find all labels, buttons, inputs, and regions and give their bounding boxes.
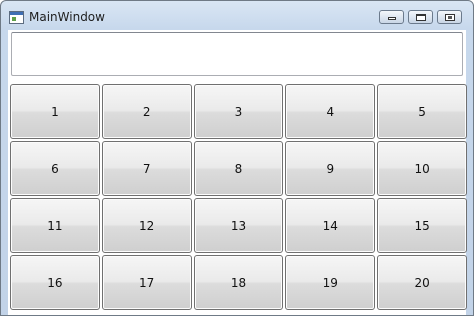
number-button-grid: 1 2 3 4 5 6 7 8 9 10 11 12 13 14 15 16 1… <box>9 83 468 311</box>
app-window-icon[interactable] <box>9 11 24 24</box>
title-bar[interactable]: MainWindow <box>1 1 473 31</box>
number-button-2[interactable]: 2 <box>101 84 192 139</box>
number-button-19[interactable]: 19 <box>285 255 376 310</box>
number-button-11[interactable]: 11 <box>10 198 100 253</box>
number-button-1[interactable]: 1 <box>10 84 100 139</box>
display-textbox[interactable] <box>11 32 463 76</box>
number-button-5[interactable]: 5 <box>377 84 467 139</box>
minimize-icon <box>388 17 396 20</box>
number-button-9[interactable]: 9 <box>285 141 376 196</box>
number-button-17[interactable]: 17 <box>101 255 192 310</box>
client-area: 1 2 3 4 5 6 7 8 9 10 11 12 13 14 15 16 1… <box>8 30 468 315</box>
number-button-20[interactable]: 20 <box>377 255 467 310</box>
minimize-button[interactable] <box>379 10 404 24</box>
maximize-button[interactable] <box>408 10 433 24</box>
close-button[interactable] <box>437 10 462 24</box>
number-button-18[interactable]: 18 <box>193 255 284 310</box>
number-button-10[interactable]: 10 <box>377 141 467 196</box>
number-button-8[interactable]: 8 <box>193 141 284 196</box>
window-title: MainWindow <box>29 10 105 24</box>
number-button-16[interactable]: 16 <box>10 255 100 310</box>
number-button-12[interactable]: 12 <box>101 198 192 253</box>
close-icon <box>445 14 455 21</box>
number-button-4[interactable]: 4 <box>285 84 376 139</box>
number-button-6[interactable]: 6 <box>10 141 100 196</box>
number-button-15[interactable]: 15 <box>377 198 467 253</box>
number-button-7[interactable]: 7 <box>101 141 192 196</box>
main-window: MainWindow 1 2 3 4 5 6 7 8 9 10 11 12 13… <box>0 0 474 316</box>
maximize-icon <box>416 14 426 21</box>
number-button-3[interactable]: 3 <box>193 84 284 139</box>
number-button-13[interactable]: 13 <box>193 198 284 253</box>
number-button-14[interactable]: 14 <box>285 198 376 253</box>
